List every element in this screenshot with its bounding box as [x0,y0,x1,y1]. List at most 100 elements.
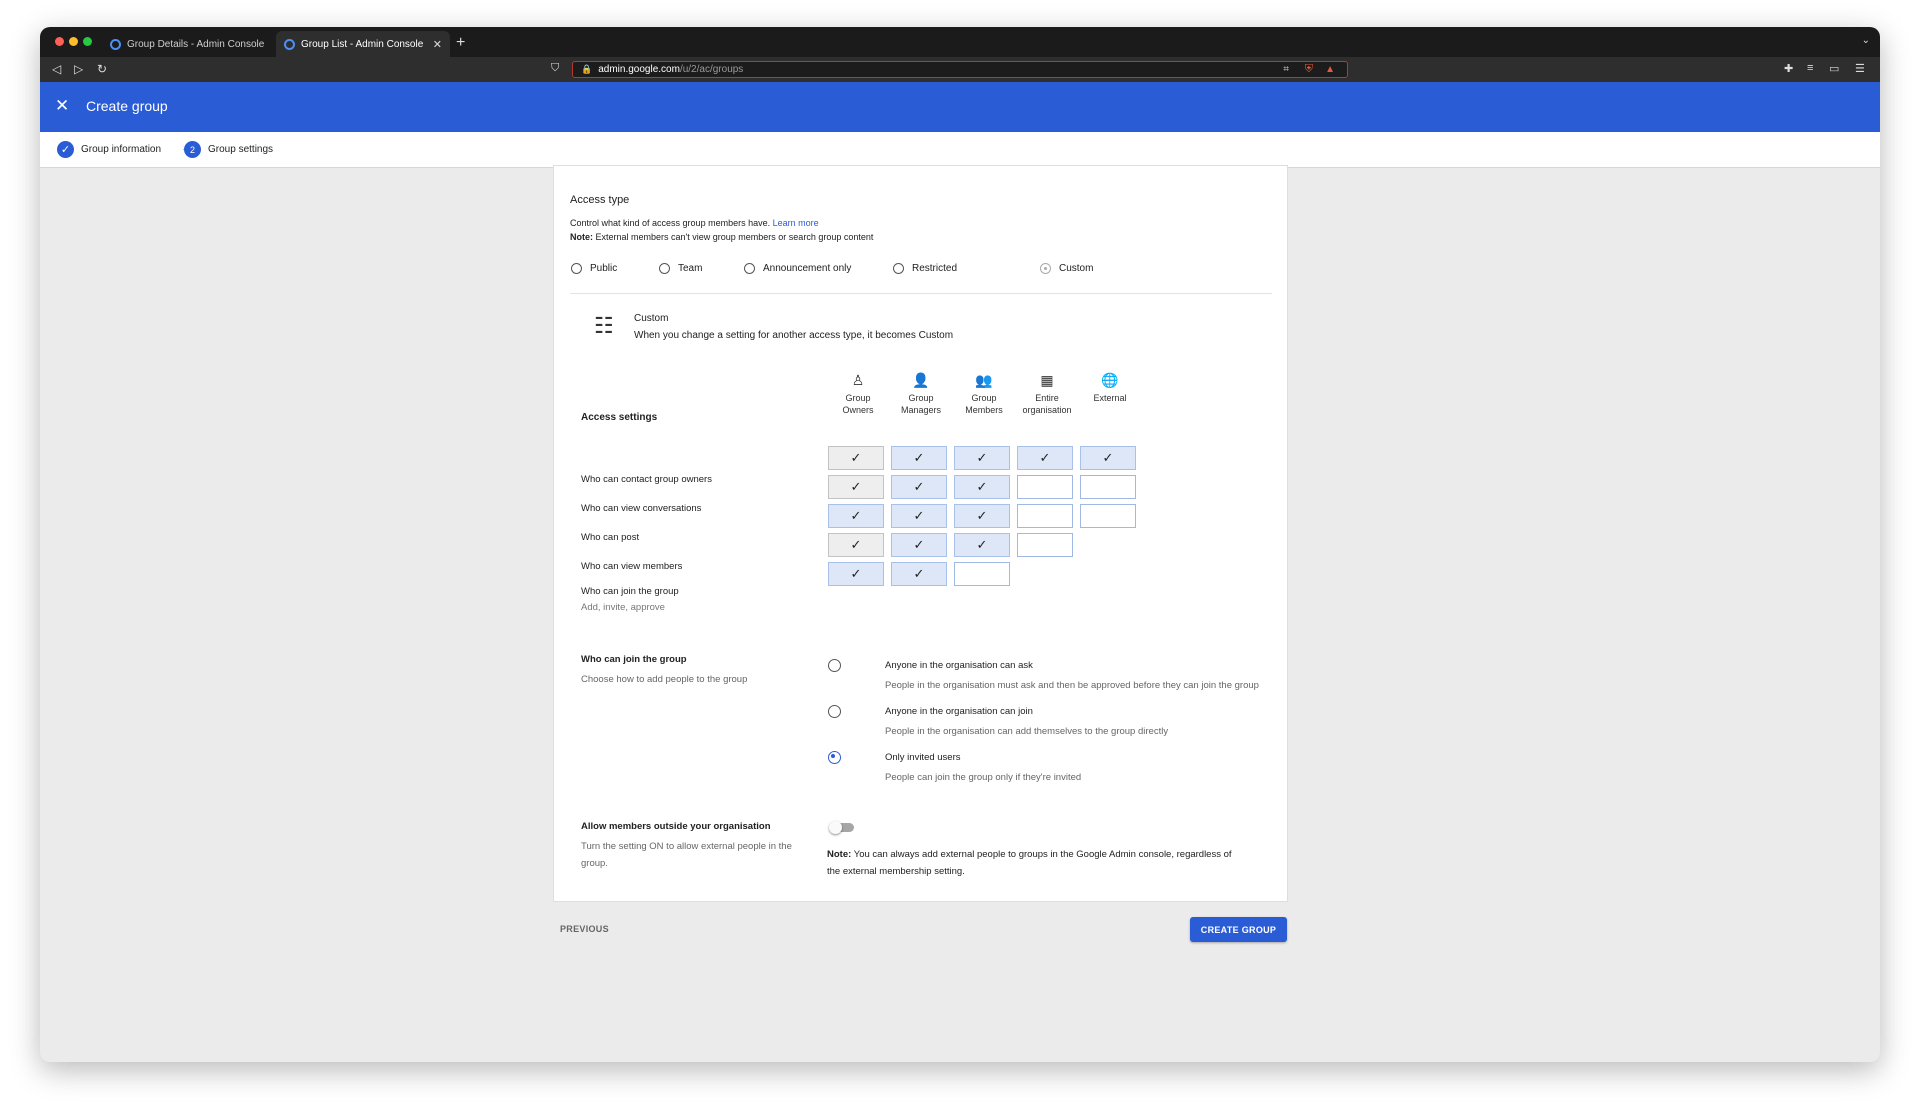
external-description-line1: Turn the setting ON to allow external pe… [581,841,792,852]
radio-label-custom: Custom [1059,263,1094,274]
column-header-line: Group [971,393,997,403]
bookmark-icon[interactable]: ⛉ [551,62,559,75]
checkbox-join-group-managers[interactable]: ✓ [891,562,947,586]
chevron-down-icon[interactable]: ⌄ [1862,35,1870,46]
back-icon[interactable]: ◁ [52,62,61,76]
checkbox-view-members-managers[interactable]: ✓ [891,533,947,557]
wallet-icon[interactable]: ▭ [1829,62,1839,75]
close-icon[interactable]: ✕ [55,96,69,116]
tab-title: Group Details - Admin Console [127,38,265,50]
check-icon: ✓ [1102,450,1114,465]
checkbox-post-organisation[interactable] [1017,504,1073,528]
radio-label-public: Public [590,263,618,274]
check-circle-icon: ✓ [57,141,74,158]
checkbox-contact-owners-external[interactable]: ✓ [1080,446,1136,470]
playlist-icon[interactable]: ≡ [1807,62,1813,74]
checkbox-contact-owners-owners[interactable]: ✓ [828,446,884,470]
checkbox-view-conversations-organisation[interactable] [1017,475,1073,499]
brave-shield-icon[interactable]: ⛨ [1305,63,1313,76]
page-title: Create group [86,98,168,114]
checkbox-post-managers[interactable]: ✓ [891,504,947,528]
reload-icon[interactable]: ↻ [97,62,107,76]
external-toggle-track[interactable] [829,821,854,834]
column-header-line: Entire [1035,393,1059,403]
external-note-label: Note: [827,849,852,860]
external-note-line1: Note: You can always add external people… [827,849,1232,860]
radio-public[interactable] [571,263,582,274]
column-header-line: Owners [842,405,874,415]
stepper: ✓ Group information 2 Group settings [40,132,1880,168]
row-label-contact-owners: Who can contact group owners [581,474,712,485]
checkbox-join-group-members[interactable] [954,562,1010,586]
external-note-line2: the external membership setting. [827,866,965,877]
radio-join-ask[interactable] [828,659,841,672]
external-toggle-thumb[interactable] [829,821,842,834]
custom-title: Custom [634,313,669,324]
step-label-group-information[interactable]: Group information [81,144,161,155]
radio-join-invited[interactable] [828,751,841,764]
learn-more-link[interactable]: Learn more [773,218,819,228]
radio-label-announcement-only: Announcement only [763,263,852,274]
menu-icon[interactable]: ☰ [1855,62,1865,75]
new-tab-icon[interactable]: + [456,34,465,52]
checkbox-contact-owners-members[interactable]: ✓ [954,446,1010,470]
close-window-button[interactable] [55,37,64,46]
radio-team[interactable] [659,263,670,274]
extensions-icon[interactable]: ✚ [1784,62,1793,75]
checkbox-view-members-owners[interactable]: ✓ [828,533,884,557]
check-icon: ✓ [976,479,988,494]
sliders-icon: ☷ [594,313,614,338]
check-icon: ✓ [913,566,925,581]
qr-code-icon[interactable]: ⌗ [1283,64,1289,75]
checkbox-view-conversations-managers[interactable]: ✓ [891,475,947,499]
access-type-heading: Access type [570,194,630,206]
radio-custom[interactable] [1040,263,1051,274]
radio-label-team: Team [678,263,703,274]
tab-group-list[interactable]: Group List - Admin Console ✕ [276,31,450,57]
checkbox-view-conversations-owners[interactable]: ✓ [828,475,884,499]
column-header-line: External [1093,393,1127,403]
radio-restricted[interactable] [893,263,904,274]
radio-join-direct[interactable] [828,705,841,718]
checkbox-contact-owners-managers[interactable]: ✓ [891,446,947,470]
check-icon: ✓ [913,479,925,494]
column-header-line: organisation [1022,405,1072,415]
tab-group-details[interactable]: Group Details - Admin Console [102,31,276,57]
checkbox-view-members-members[interactable]: ✓ [954,533,1010,557]
external-note-text: You can always add external people to gr… [853,849,1232,860]
checkbox-view-conversations-members[interactable]: ✓ [954,475,1010,499]
forward-icon[interactable]: ▷ [74,62,83,76]
create-group-button[interactable]: CREATE GROUP [1190,917,1287,942]
address-bar[interactable]: 🔒 admin.google.com /u/2/ac/groups ⌗ ⛨ ▲ [572,61,1348,78]
checkbox-post-owners[interactable]: ✓ [828,504,884,528]
section-divider [570,293,1272,294]
checkbox-view-members-organisation[interactable] [1017,533,1073,557]
zoom-window-button[interactable] [83,37,92,46]
previous-button[interactable]: PREVIOUS [560,924,609,934]
checkbox-contact-owners-organisation[interactable]: ✓ [1017,446,1073,470]
checkbox-post-external[interactable] [1080,504,1136,528]
check-icon: ✓ [913,537,925,552]
brave-rewards-icon[interactable]: ▲ [1325,64,1335,75]
radio-desc-join-ask: People in the organisation must ask and … [885,680,1259,691]
step-label-group-settings: Group settings [208,144,274,155]
radio-label-join-direct: Anyone in the organisation can join [885,706,1033,717]
radio-label-join-invited: Only invited users [885,752,961,763]
building-icon: ▦ [1040,372,1054,388]
admin-console-favicon-icon [284,38,295,50]
checkbox-post-members[interactable]: ✓ [954,504,1010,528]
column-header-line: Managers [900,405,942,415]
row-label-join-group: Who can join the group [581,586,679,597]
checkbox-view-conversations-external[interactable] [1080,475,1136,499]
column-header-managers: Group Managers [891,392,951,416]
minimize-window-button[interactable] [69,37,78,46]
check-icon: ✓ [913,450,925,465]
checkbox-join-group-owners[interactable]: ✓ [828,562,884,586]
column-header-line: Group [845,393,871,403]
person-icon: 👤 [912,372,930,388]
radio-announcement-only[interactable] [744,263,755,274]
tab-bar: Group Details - Admin Console Group List… [40,27,1880,57]
radio-label-join-ask: Anyone in the organisation can ask [885,660,1033,671]
check-icon: ✓ [976,508,988,523]
close-tab-icon[interactable]: ✕ [433,38,442,51]
